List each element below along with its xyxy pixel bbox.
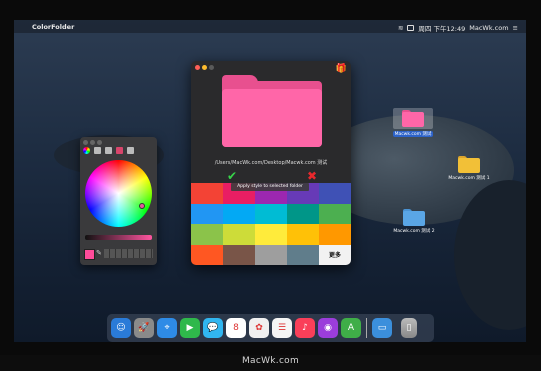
brightness-slider[interactable] [85,235,152,240]
messages-icon[interactable]: 💬 [203,318,223,338]
reminders-icon[interactable]: ☰ [272,318,292,338]
gift-icon[interactable]: 🎁 [336,64,347,74]
color-swatch[interactable] [319,203,351,224]
app-menu[interactable]: ColorFolder [32,23,74,31]
podcasts-icon[interactable]: ◉ [318,318,338,338]
color-slots[interactable] [104,249,153,258]
calendar-icon[interactable]: 8 [226,318,246,338]
facetime-icon[interactable]: ▶ [180,318,200,338]
eyedropper-icon[interactable]: ✎ [96,249,102,257]
tooltip: Apply style to selected folder [231,183,309,191]
color-swatch[interactable] [191,183,223,204]
desktop-folder-label: Macwk.com 测试 [393,131,433,137]
zoom-icon[interactable] [209,65,214,70]
folder-icon [403,209,425,226]
clock[interactable]: 周四 下午12:49 [418,23,465,33]
color-swatch[interactable] [223,244,255,265]
checkmark-icon[interactable]: ✔ [227,169,237,183]
color-swatch[interactable] [255,203,287,224]
dock-separator [366,318,367,338]
wifi-icon[interactable]: ≋ [398,24,403,32]
display-icon[interactable] [407,25,415,31]
folder-icon [402,110,424,127]
folder-icon [458,156,480,173]
sliders-icon[interactable] [94,147,101,154]
brand-watermark: MacWk.com [241,356,300,366]
folder-icon[interactable]: ▭ [372,318,392,338]
color-swatch[interactable] [287,244,319,265]
action-bar: ✔ ✖ [191,169,351,183]
music-icon[interactable]: ♪ [295,318,315,338]
safari-icon[interactable]: ⌖ [157,318,177,338]
photos-icon[interactable]: ✿ [249,318,269,338]
desktop-folder-2[interactable]: Macwk.com 测试 1 [447,156,491,181]
finder-icon[interactable]: ☺ [111,318,131,338]
color-swatch[interactable] [191,244,223,265]
zoom-icon[interactable] [97,140,102,145]
desktop-folder-3[interactable]: Macwk.com 测试 2 [392,209,436,234]
desktop-folder-label: Macwk.com 测试 2 [393,229,435,234]
desktop-folder-1[interactable]: Macwk.com 测试 [393,108,433,137]
color-swatch[interactable] [287,203,319,224]
color-panel: ✎ [80,137,157,265]
close-icon[interactable] [195,65,200,70]
launchpad-icon[interactable]: 🚀 [134,318,154,338]
color-mode-tools [83,147,134,154]
folder-preview-icon [222,75,322,147]
wheel-selector[interactable] [139,203,145,209]
color-swatch[interactable] [255,224,287,245]
color-wheel-icon[interactable] [83,147,90,154]
colorfolder-window: 🎁 /Users/MacWk.com/Desktop/Macwk.com 测试 … [191,61,351,265]
color-palette: 更多 [191,183,351,265]
menu-extras: ≋ 周四 下午12:49 MacWk.com ≡ [398,23,518,33]
color-swatch[interactable] [191,203,223,224]
desktop-screen: ColorFolder ≋ 周四 下午12:49 MacWk.com ≡ ✎ 🎁… [14,20,526,342]
palette-icon[interactable] [105,147,112,154]
pencils-icon[interactable] [127,147,134,154]
desktop-folder-label: Macwk.com 测试 1 [448,176,490,181]
close-icon[interactable] [83,140,88,145]
cross-icon[interactable]: ✖ [307,169,317,183]
color-swatch[interactable] [223,203,255,224]
color-swatch[interactable] [191,224,223,245]
color-swatch[interactable] [223,224,255,245]
appstore-icon[interactable]: A [341,318,361,338]
color-swatch[interactable] [255,244,287,265]
menu-bar: ColorFolder ≋ 周四 下午12:49 MacWk.com ≡ [14,20,526,33]
image-icon[interactable] [116,147,123,154]
color-wheel[interactable] [85,160,152,227]
trash-icon[interactable]: ▯ [401,318,417,338]
folder-path: /Users/MacWk.com/Desktop/Macwk.com 测试 [214,160,328,166]
color-swatch[interactable] [319,183,351,204]
minimize-icon[interactable] [202,65,207,70]
site-label[interactable]: MacWk.com [469,24,508,32]
selected-color-swatch[interactable] [84,249,95,260]
more-colors-button[interactable]: 更多 [319,244,351,265]
minimize-icon[interactable] [90,140,95,145]
color-swatch[interactable] [287,224,319,245]
color-swatch[interactable] [319,224,351,245]
dock: ☺ 🚀 ⌖ ▶ 💬 8 ✿ ☰ ♪ ◉ A ▭ ▯ [107,314,434,342]
control-icon[interactable]: ≡ [513,24,518,32]
